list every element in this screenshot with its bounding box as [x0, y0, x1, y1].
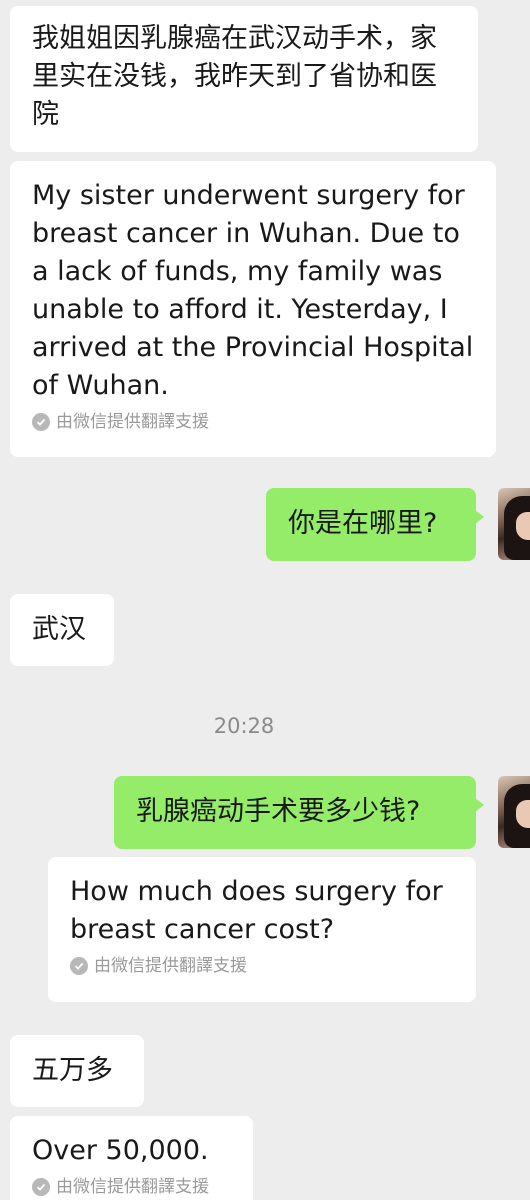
check-icon	[32, 1178, 50, 1196]
translation-bubble[interactable]: How much does surgery for breast cancer …	[48, 857, 476, 1002]
translation-text: How much does surgery for breast cancer …	[70, 876, 443, 945]
translation-note-label: 由微信提供翻譯支援	[94, 956, 247, 976]
translation-note: 由微信提供翻譯支援	[32, 411, 474, 433]
translation-text: My sister underwent surgery for breast c…	[32, 180, 474, 401]
translation-note-label: 由微信提供翻譯支援	[56, 412, 209, 432]
check-icon	[32, 413, 50, 431]
avatar[interactable]	[498, 488, 530, 560]
incoming-message[interactable]: 我姐姐因乳腺癌在武汉动手术，家里实在没钱，我昨天到了省协和医院	[10, 6, 478, 152]
incoming-message[interactable]: 武汉	[10, 594, 114, 666]
message-text: 五万多	[32, 1055, 113, 1086]
translation-note: 由微信提供翻譯支援	[70, 955, 454, 977]
outgoing-message[interactable]: 乳腺癌动手术要多少钱?	[114, 776, 484, 849]
message-text: 我姐姐因乳腺癌在武汉动手术，家里实在没钱，我昨天到了省协和医院	[32, 23, 437, 130]
translation-bubble[interactable]: Over 50,000. 由微信提供翻譯支援	[10, 1116, 253, 1200]
check-icon	[70, 957, 88, 975]
outgoing-message[interactable]: 你是在哪里?	[266, 488, 484, 561]
incoming-message[interactable]: 五万多	[10, 1035, 144, 1107]
translation-text: Over 50,000.	[32, 1135, 209, 1166]
message-text: 乳腺癌动手术要多少钱?	[136, 796, 421, 827]
translation-note: 由微信提供翻譯支援	[32, 1176, 231, 1198]
message-text: 你是在哪里?	[288, 508, 438, 539]
translation-bubble[interactable]: My sister underwent surgery for breast c…	[10, 161, 496, 457]
timestamp: 20:28	[213, 714, 275, 738]
avatar[interactable]	[498, 776, 530, 848]
translation-note-label: 由微信提供翻譯支援	[56, 1177, 209, 1197]
message-text: 武汉	[32, 614, 86, 645]
